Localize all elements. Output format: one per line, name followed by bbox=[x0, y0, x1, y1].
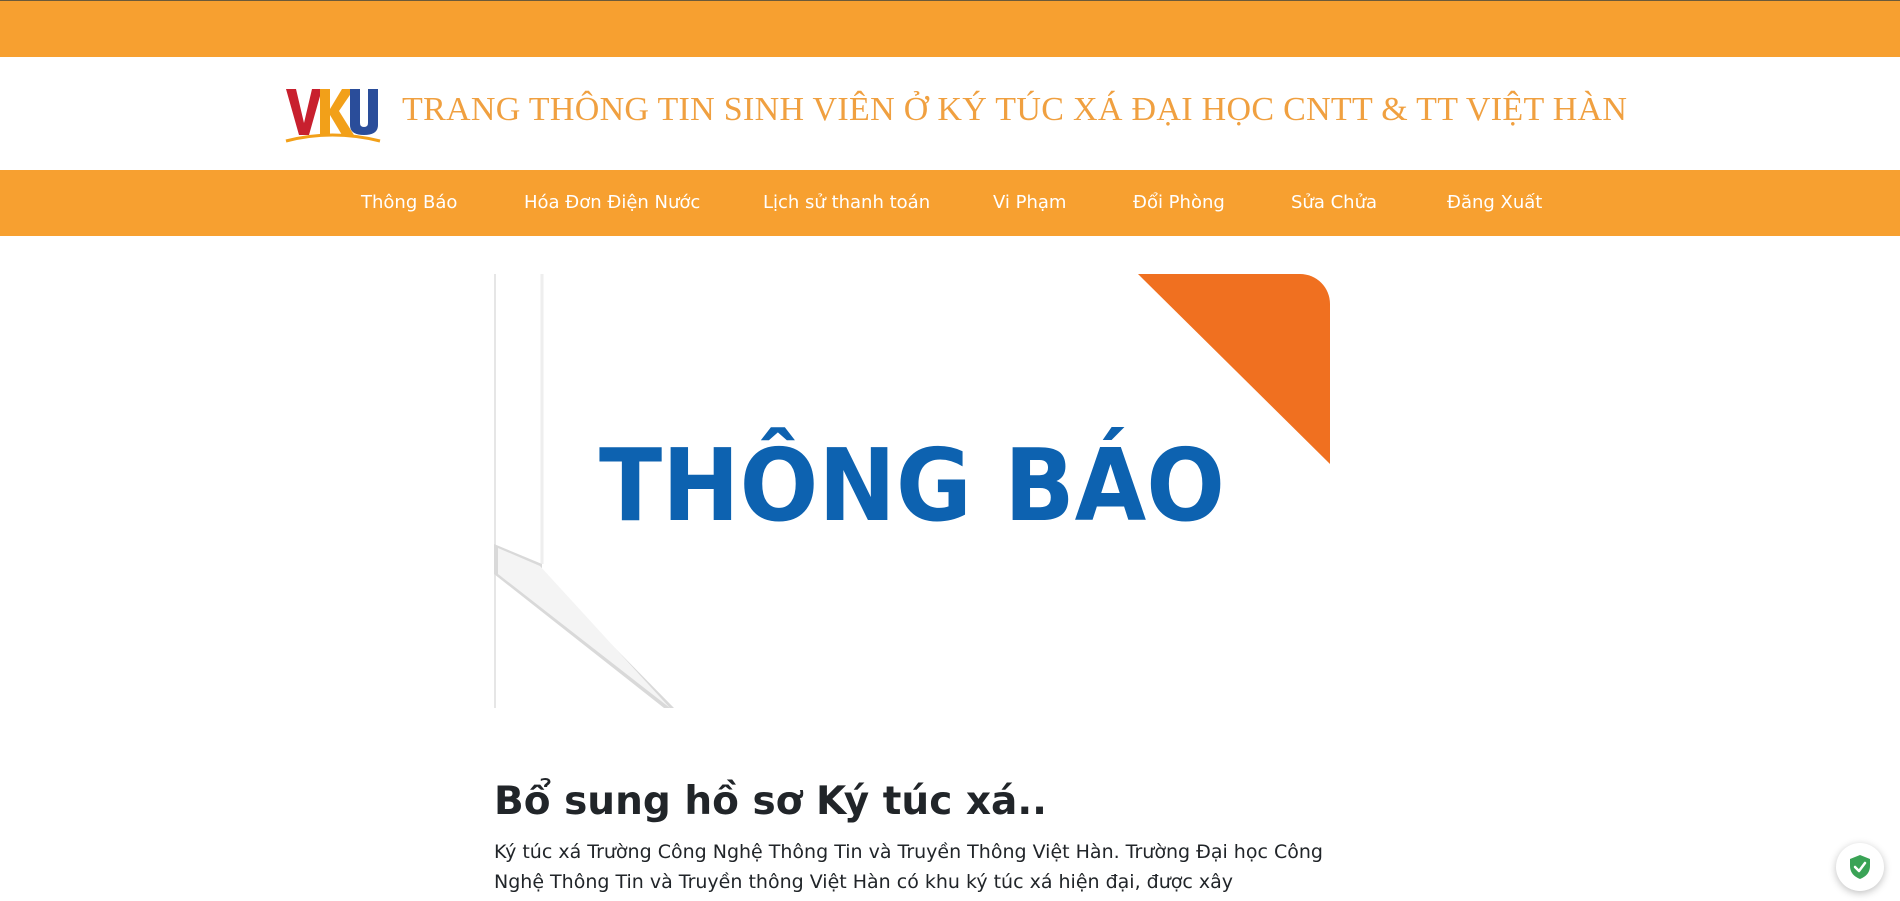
nav-item-doi-phong[interactable]: Đổi Phòng bbox=[1133, 170, 1225, 236]
main-navbar: Thông Báo Hóa Đơn Điện Nước Lịch sử than… bbox=[0, 170, 1900, 236]
banner-headline: THÔNG BÁO bbox=[599, 427, 1225, 544]
nav-item-hoa-don-dien-nuoc[interactable]: Hóa Đơn Điện Nước bbox=[524, 170, 700, 236]
post-title: Bổ sung hồ sơ Ký túc xá.. bbox=[494, 779, 1047, 824]
top-strip bbox=[0, 0, 1900, 57]
nav-item-dang-xuat[interactable]: Đăng Xuất bbox=[1447, 170, 1542, 236]
announcement-banner-image: THÔNG BÁO bbox=[494, 274, 1330, 708]
site-title: TRANG THÔNG TIN SINH VIÊN Ở KÝ TÚC XÁ ĐẠ… bbox=[402, 91, 1628, 128]
shield-check-icon bbox=[1850, 855, 1870, 879]
nav-item-thong-bao[interactable]: Thông Báo bbox=[361, 170, 457, 236]
vku-logo[interactable] bbox=[284, 83, 382, 145]
post-body: Ký túc xá Trường Công Nghệ Thông Tin và … bbox=[494, 841, 1323, 893]
security-badge[interactable] bbox=[1836, 843, 1884, 891]
nav-item-sua-chua[interactable]: Sửa Chửa bbox=[1291, 170, 1377, 236]
site-header: TRANG THÔNG TIN SINH VIÊN Ở KÝ TÚC XÁ ĐẠ… bbox=[0, 57, 1900, 170]
nav-item-lich-su-thanh-toan[interactable]: Lịch sử thanh toán bbox=[763, 170, 930, 236]
nav-item-vi-pham[interactable]: Vi Phạm bbox=[993, 170, 1066, 236]
